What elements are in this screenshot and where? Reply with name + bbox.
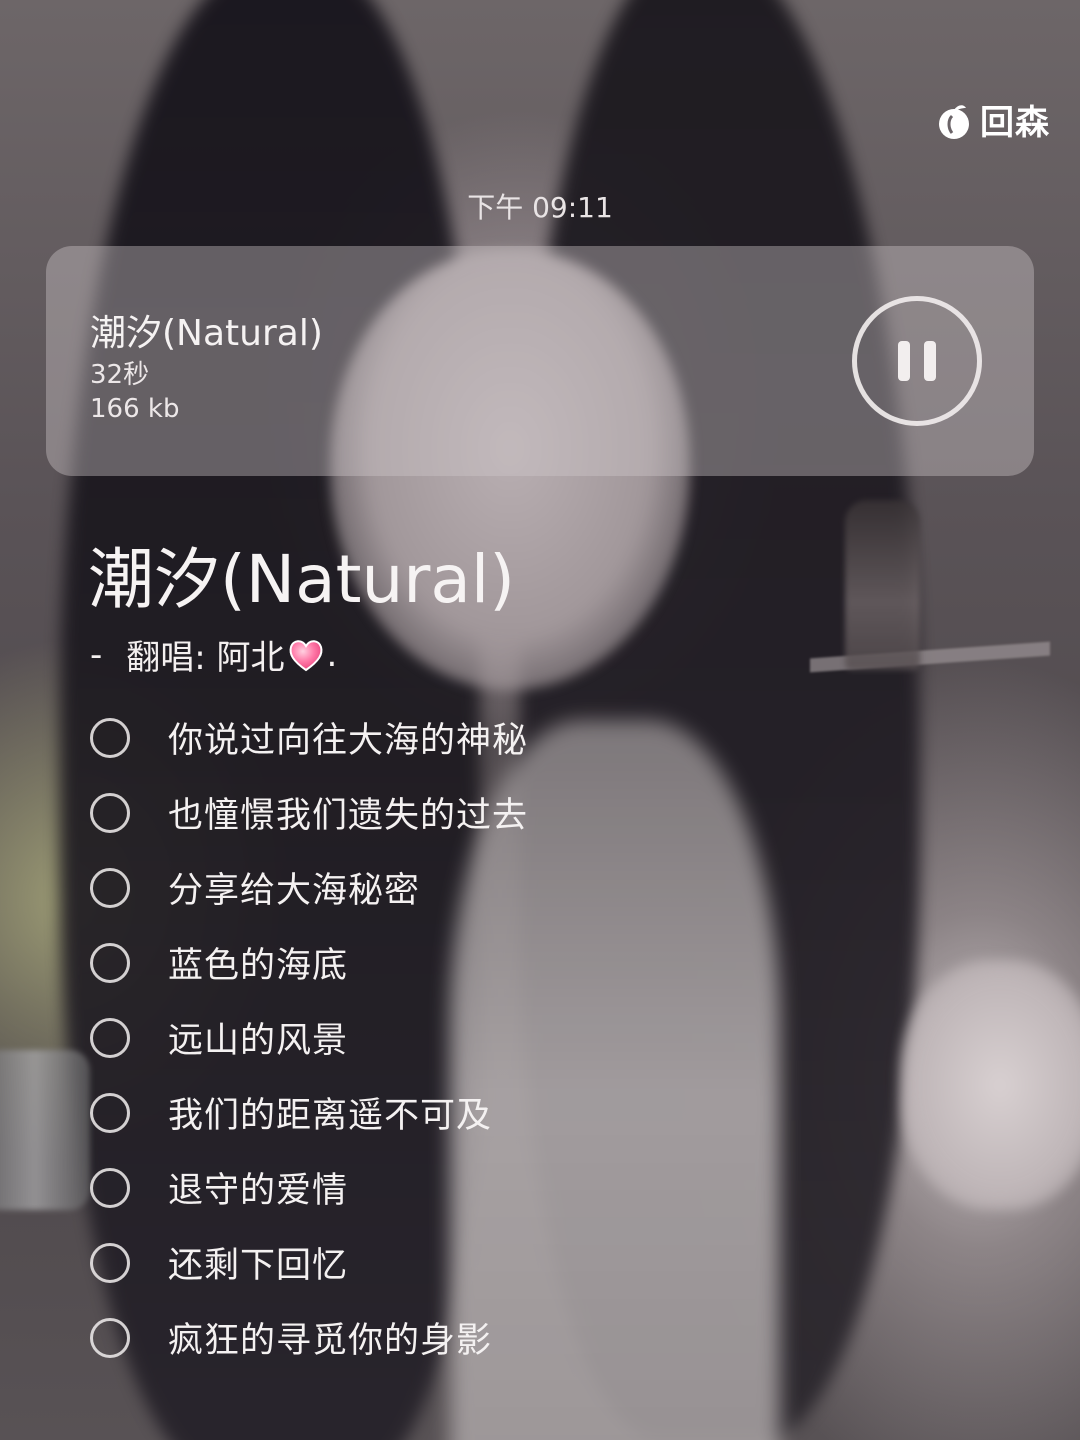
checkbox-circle[interactable] [90,942,130,983]
cover-credit: - 翻唱: 阿北 . [90,630,337,679]
audio-file-size: 166 kb [90,394,180,424]
lyrics-checklist: 你说过向往大海的神秘 也憧憬我们遗失的过去 分享给大海秘密 蓝色的海底 远山的风… [90,700,528,1375]
lyric-item[interactable]: 疯狂的寻觅你的身影 [90,1300,528,1375]
cover-tail: . [326,634,338,675]
bottle [845,500,920,670]
lyric-item[interactable]: 我们的距离遥不可及 [90,1075,528,1150]
checkbox-circle[interactable] [90,717,130,758]
app-watermark: 回森 [934,95,1050,144]
lyric-text: 我们的距离遥不可及 [168,1096,493,1136]
lyric-text: 你说过向往大海的神秘 [168,721,529,761]
lyric-text: 还剩下回忆 [168,1246,349,1286]
checkbox-circle[interactable] [90,1317,130,1358]
lyric-item[interactable]: 蓝色的海底 [90,925,528,1000]
cover-label: 翻唱: 阿北 [126,638,285,678]
checkbox-circle[interactable] [90,1017,130,1058]
lyric-item[interactable]: 分享给大海秘密 [90,850,528,925]
cover-dash: - [90,634,103,675]
lyric-item[interactable]: 也憧憬我们遗失的过去 [90,775,528,850]
pause-button[interactable] [852,296,982,426]
song-title: 潮汐(Natural) [88,541,515,618]
audio-duration: 32秒 [90,360,150,390]
checkbox-circle[interactable] [90,1092,130,1133]
lyric-item[interactable]: 你说过向往大海的神秘 [90,700,528,775]
lyric-item[interactable]: 还剩下回忆 [90,1225,528,1300]
watermark-text: 回森 [980,103,1050,143]
lyric-item[interactable]: 退守的爱情 [90,1150,528,1225]
lyric-item[interactable]: 远山的风景 [90,1000,528,1075]
lyric-text: 远山的风景 [168,1021,349,1061]
lyric-text: 蓝色的海底 [168,946,349,986]
checkbox-circle[interactable] [90,1242,130,1283]
audio-title: 潮汐(Natural) [90,313,323,354]
clock-time: 下午 09:11 [467,191,613,224]
hand [900,960,1080,1210]
audio-player-card[interactable]: 潮汐(Natural) 32秒 166 kb [46,246,1034,476]
heart-icon [289,639,323,671]
kettle [0,1050,90,1210]
lyric-text: 也憧憬我们遗失的过去 [168,796,529,836]
checkbox-circle[interactable] [90,867,130,908]
pause-icon [898,341,936,381]
lyric-text: 疯狂的寻觅你的身影 [168,1321,493,1361]
lyric-text: 分享给大海秘密 [168,871,421,911]
checkbox-circle[interactable] [90,792,130,833]
lyric-text: 退守的爱情 [168,1171,349,1211]
checkbox-circle[interactable] [90,1167,130,1208]
peach-logo-icon [939,104,969,139]
